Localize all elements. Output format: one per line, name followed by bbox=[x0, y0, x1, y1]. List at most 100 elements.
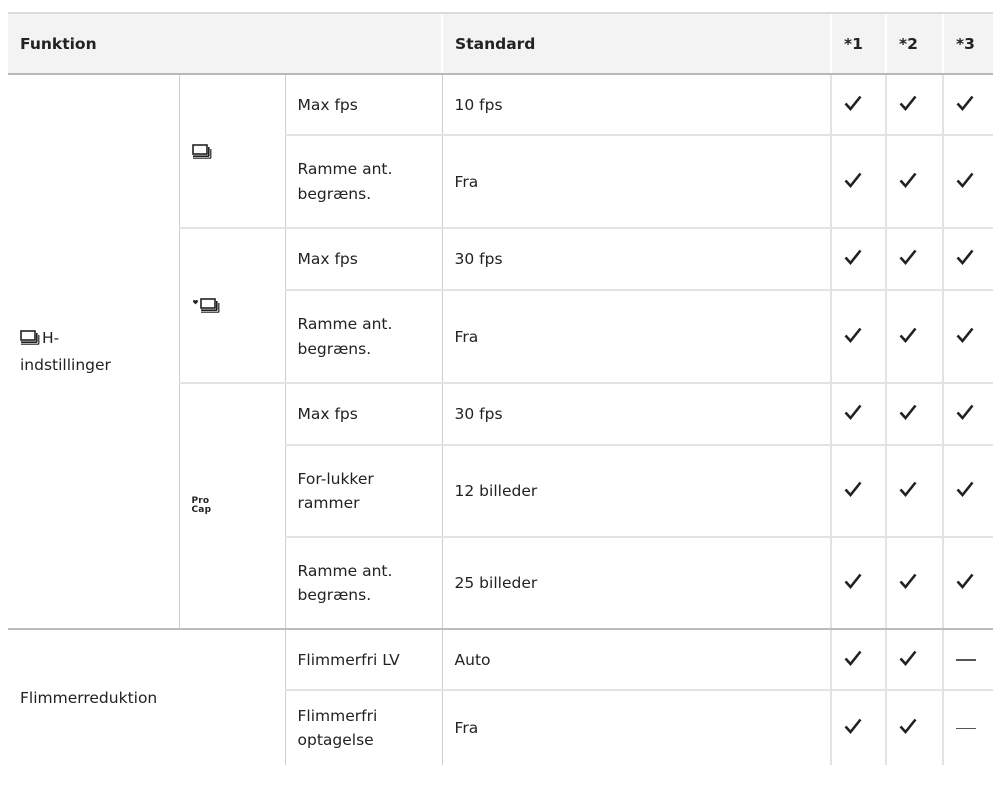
check-col3 bbox=[942, 228, 993, 291]
check-icon bbox=[956, 480, 974, 498]
burst-sequence-icon bbox=[191, 143, 273, 159]
setting-name-line2: rammer bbox=[297, 494, 360, 512]
setting-name: Max fps bbox=[284, 228, 443, 291]
mode-cell-burst bbox=[178, 74, 285, 229]
check-col3 bbox=[942, 537, 993, 630]
function-label: H- indstillinger bbox=[20, 326, 167, 376]
check-icon bbox=[899, 326, 917, 344]
setting-name-line1: Ramme ant. bbox=[297, 561, 393, 580]
check-col2 bbox=[885, 690, 944, 765]
setting-name-line1: Flimmerfri bbox=[297, 706, 378, 725]
setting-value: Fra bbox=[441, 690, 832, 765]
check-icon bbox=[844, 572, 862, 590]
table-row: H- indstillinger Max fps 10 fps bbox=[8, 74, 993, 630]
setting-name: Ramme ant. begræns. bbox=[284, 537, 443, 630]
setting-name: Ramme ant. begræns. bbox=[284, 135, 443, 229]
setting-name-line1: Ramme ant. bbox=[297, 160, 393, 179]
check-col3 bbox=[942, 445, 993, 538]
check-col3 bbox=[942, 74, 993, 136]
silent-burst-sequence-icon bbox=[192, 298, 273, 313]
header-col1: *1 bbox=[830, 12, 887, 75]
dash-col3 bbox=[942, 690, 993, 765]
check-col3 bbox=[942, 383, 993, 446]
check-icon bbox=[844, 403, 862, 421]
setting-name: Max fps bbox=[284, 74, 443, 136]
check-icon bbox=[899, 171, 917, 189]
setting-value: 30 fps bbox=[441, 383, 832, 446]
setting-name-line1: Ramme ant. bbox=[297, 315, 393, 334]
check-col1 bbox=[830, 74, 887, 136]
burst-sequence-icon bbox=[20, 328, 40, 352]
table-row: Flimmerreduktion Flimmerfri LV Auto bbox=[8, 629, 993, 707]
check-col1 bbox=[830, 290, 887, 384]
check-col2 bbox=[885, 537, 944, 630]
setting-value: 12 billeder bbox=[441, 445, 832, 538]
check-icon bbox=[956, 248, 974, 266]
setting-name: Ramme ant. begræns. bbox=[284, 290, 443, 384]
setting-name: Flimmerfri LV bbox=[284, 629, 443, 691]
header-funktion: Funktion bbox=[8, 12, 443, 75]
check-icon bbox=[844, 248, 862, 266]
check-col1 bbox=[830, 537, 887, 630]
setting-name: Flimmerfri optagelse bbox=[284, 690, 443, 765]
setting-name: Max fps bbox=[284, 383, 443, 446]
check-icon bbox=[899, 248, 917, 266]
check-icon bbox=[844, 326, 862, 344]
check-col2 bbox=[885, 135, 944, 229]
check-icon bbox=[956, 572, 974, 590]
check-col1 bbox=[830, 228, 887, 291]
header-standard: Standard bbox=[441, 12, 832, 75]
check-icon bbox=[956, 326, 974, 344]
check-icon bbox=[956, 94, 974, 112]
header-col3: *3 bbox=[942, 12, 993, 75]
settings-table: Funktion Standard *1 *2 *3 H- indstillin… bbox=[8, 12, 993, 765]
check-icon bbox=[844, 171, 862, 189]
check-col2 bbox=[885, 445, 944, 538]
setting-value: Fra bbox=[441, 290, 832, 384]
header-col2: *2 bbox=[885, 12, 944, 75]
setting-name-line2: begræns. bbox=[297, 586, 372, 604]
function-label-line1: H- bbox=[42, 329, 60, 348]
check-col1 bbox=[830, 135, 887, 229]
check-icon bbox=[844, 480, 862, 498]
setting-name-line2: optagelse bbox=[297, 731, 374, 749]
setting-name-line2: begræns. bbox=[297, 184, 372, 203]
setting-value: 25 billeder bbox=[441, 537, 832, 630]
setting-value: Auto bbox=[441, 629, 832, 691]
check-col2 bbox=[885, 629, 944, 691]
setting-value: 30 fps bbox=[441, 228, 832, 291]
check-col1 bbox=[830, 629, 887, 691]
check-col1 bbox=[830, 445, 887, 538]
check-icon bbox=[844, 717, 862, 735]
mode-cell-pro-capture: Pro Cap bbox=[178, 383, 285, 630]
setting-value: 10 fps bbox=[441, 74, 832, 136]
check-icon bbox=[844, 649, 862, 667]
check-col1 bbox=[830, 690, 887, 765]
mode-cell-silent-burst bbox=[178, 228, 285, 384]
check-icon bbox=[899, 94, 917, 112]
check-icon bbox=[899, 717, 917, 735]
check-icon bbox=[844, 94, 862, 112]
check-icon bbox=[956, 171, 974, 189]
setting-value: Fra bbox=[441, 135, 832, 229]
pro-capture-icon-bottom: Cap bbox=[191, 504, 212, 515]
check-col2 bbox=[885, 74, 944, 136]
setting-name: For-lukker rammer bbox=[284, 445, 443, 538]
check-col3 bbox=[942, 290, 993, 384]
header-row: Funktion Standard *1 *2 *3 bbox=[8, 12, 993, 75]
function-label-line2: indstillinger bbox=[20, 355, 111, 374]
check-icon bbox=[899, 480, 917, 498]
dash-icon bbox=[956, 727, 977, 730]
check-icon bbox=[899, 649, 917, 667]
dash-col3 bbox=[942, 629, 993, 691]
setting-name-line2: begræns. bbox=[297, 339, 372, 358]
pro-capture-icon: Pro Cap bbox=[191, 496, 212, 515]
setting-name-line1: For-lukker bbox=[297, 469, 374, 488]
check-col3 bbox=[942, 135, 993, 229]
check-icon bbox=[899, 403, 917, 421]
check-col2 bbox=[885, 228, 944, 291]
dash-icon bbox=[956, 659, 977, 661]
check-col2 bbox=[885, 290, 944, 384]
check-col2 bbox=[885, 383, 944, 446]
function-cell-h-settings: H- indstillinger bbox=[8, 74, 179, 630]
